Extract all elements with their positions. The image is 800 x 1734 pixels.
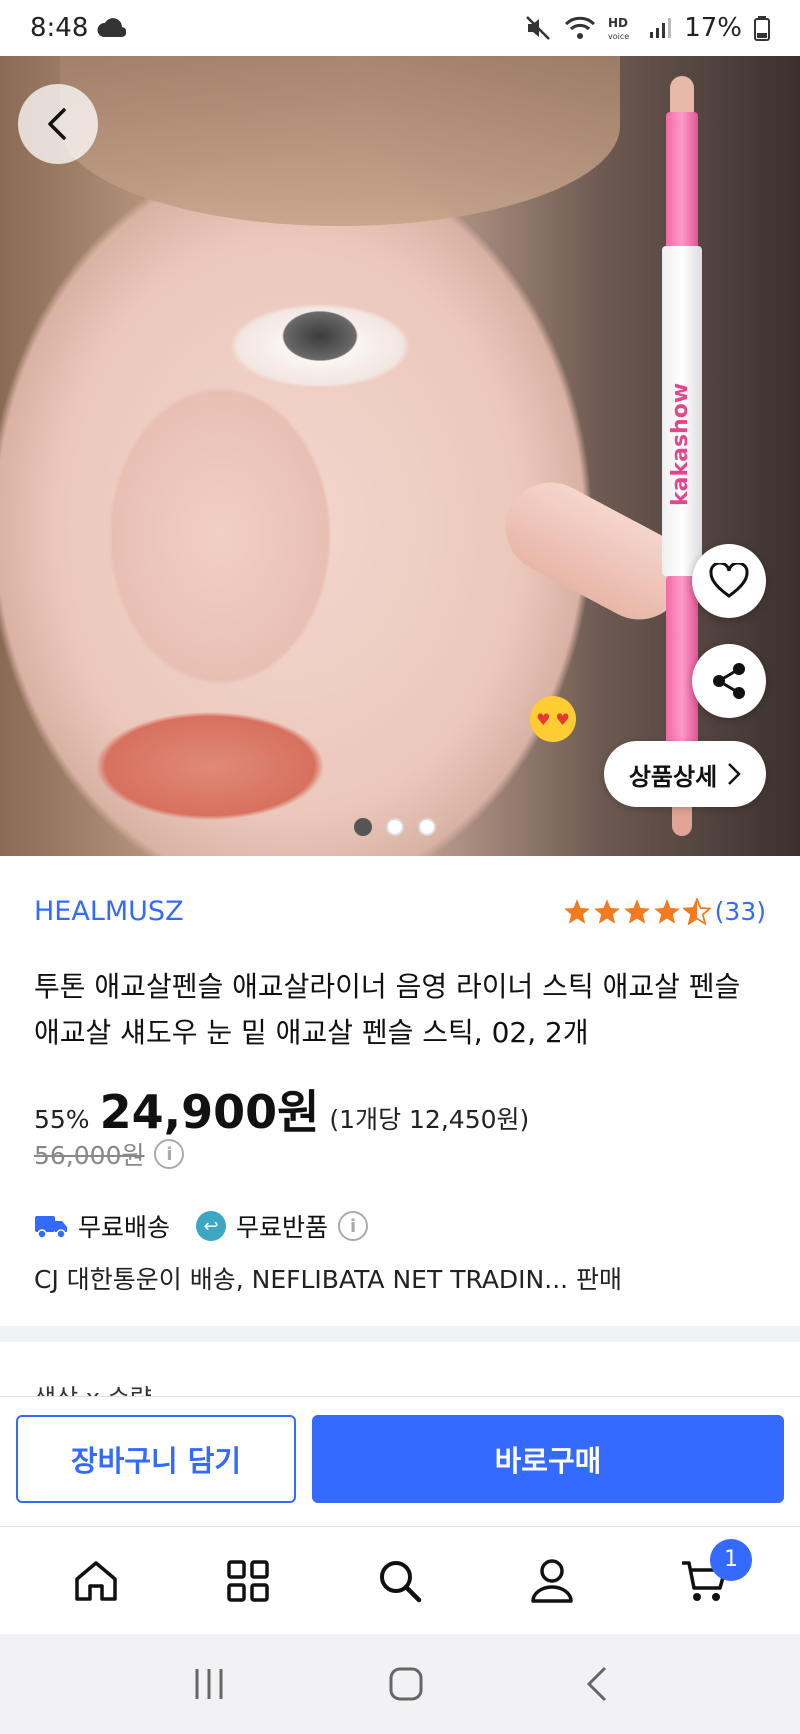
star-icon bbox=[653, 899, 680, 924]
rating[interactable]: (33) bbox=[563, 897, 766, 926]
shipping-row: 무료배송 ↩ 무료반품 i bbox=[34, 1208, 369, 1244]
original-price-row: 56,000원 i bbox=[34, 1136, 185, 1172]
section-divider bbox=[0, 1326, 800, 1342]
back-button[interactable] bbox=[18, 84, 98, 164]
star-icon bbox=[593, 899, 620, 924]
status-time: 8:48 bbox=[30, 13, 89, 43]
nav-categories[interactable] bbox=[208, 1541, 288, 1621]
signal-icon bbox=[650, 18, 672, 38]
brand-link[interactable]: HEALMUSZ bbox=[34, 896, 184, 927]
product-image-carousel[interactable]: kakashow ♥ ♥ bbox=[0, 56, 800, 856]
svg-text:voice: voice bbox=[608, 32, 629, 41]
add-to-cart-button[interactable]: 장바구니 담기 bbox=[16, 1415, 296, 1503]
discount-rate: 55% bbox=[34, 1105, 90, 1134]
cloud-icon bbox=[97, 18, 127, 38]
wifi-icon bbox=[565, 16, 596, 39]
review-count: (33) bbox=[714, 897, 766, 926]
svg-text:HD: HD bbox=[608, 16, 628, 30]
delivery-truck-icon bbox=[35, 1216, 67, 1239]
return-info-icon[interactable]: i bbox=[338, 1211, 369, 1241]
cart-count-badge: 1 bbox=[710, 1538, 752, 1581]
product-title: 투톤 애교살펜슬 애교살라이너 음영 라이너 스틱 애교살 펜슬 애교살 섀도우… bbox=[34, 970, 741, 1049]
purchase-action-bar: 장바구니 담기 바로구매 bbox=[0, 1396, 800, 1526]
battery-percent: 17% bbox=[684, 13, 742, 43]
unit-price: (1개당 12,450원) bbox=[329, 1105, 530, 1134]
sale-price: 24,900원 bbox=[99, 1085, 320, 1139]
chevron-left-icon bbox=[48, 108, 66, 140]
share-button[interactable] bbox=[692, 644, 766, 718]
carousel-indicator bbox=[354, 818, 436, 836]
system-navigation-bar bbox=[0, 1634, 800, 1734]
product-detail-label: 상품상세 bbox=[628, 762, 718, 791]
free-shipping-label: 무료배송 bbox=[78, 1213, 171, 1242]
home-button-icon[interactable] bbox=[388, 1666, 424, 1702]
nav-home[interactable] bbox=[56, 1541, 136, 1621]
share-icon bbox=[713, 663, 745, 699]
chevron-right-icon bbox=[728, 763, 741, 785]
pencil-brand-text: kakashow bbox=[668, 382, 693, 506]
user-icon bbox=[531, 1558, 573, 1603]
search-icon bbox=[380, 1560, 422, 1602]
star-rating bbox=[563, 898, 711, 925]
carousel-dot[interactable] bbox=[418, 818, 436, 836]
heart-icon bbox=[709, 563, 749, 598]
product-pencil-image: kakashow bbox=[658, 76, 704, 836]
hero-hair bbox=[60, 56, 620, 226]
system-back-icon[interactable] bbox=[585, 1666, 609, 1702]
status-time-group: 8:48 bbox=[30, 13, 127, 43]
seller-info[interactable]: CJ 대한통운이 배송, NEFLIBATA NET TRADIN... 판매 bbox=[34, 1260, 622, 1296]
nav-search[interactable] bbox=[360, 1541, 440, 1621]
carousel-dot[interactable] bbox=[354, 818, 372, 836]
product-detail-button[interactable]: 상품상세 bbox=[604, 741, 766, 807]
recent-apps-icon[interactable] bbox=[191, 1667, 227, 1701]
home-icon bbox=[75, 1560, 117, 1601]
nav-cart[interactable]: 1 bbox=[664, 1538, 752, 1621]
brand-rating-row: HEALMUSZ (33) bbox=[34, 896, 766, 927]
status-icons: HD voice 17% bbox=[524, 13, 770, 43]
bottom-navigation: 1 bbox=[0, 1526, 800, 1634]
half-star-icon bbox=[682, 898, 711, 925]
status-bar: 8:48 HD voice 17% bbox=[0, 0, 800, 56]
grid-icon bbox=[227, 1559, 269, 1602]
free-return-label: 무료반품 bbox=[236, 1213, 329, 1242]
original-price: 56,000원 bbox=[34, 1141, 145, 1170]
nav-my-account[interactable] bbox=[512, 1541, 592, 1621]
return-icon: ↩ bbox=[196, 1211, 227, 1241]
carousel-dot[interactable] bbox=[386, 818, 404, 836]
heart-eyes-emoji: ♥ ♥ bbox=[530, 696, 576, 742]
buy-now-button[interactable]: 바로구매 bbox=[312, 1415, 784, 1503]
hd-voice-icon: HD voice bbox=[608, 16, 629, 41]
star-icon bbox=[563, 899, 590, 924]
mute-icon bbox=[526, 16, 551, 40]
star-icon bbox=[623, 899, 650, 924]
battery-icon bbox=[754, 16, 770, 41]
info-icon[interactable]: i bbox=[154, 1139, 185, 1169]
wishlist-button[interactable] bbox=[692, 544, 766, 618]
price-row: 55% 24,900원 (1개당 12,450원) bbox=[34, 1076, 529, 1142]
